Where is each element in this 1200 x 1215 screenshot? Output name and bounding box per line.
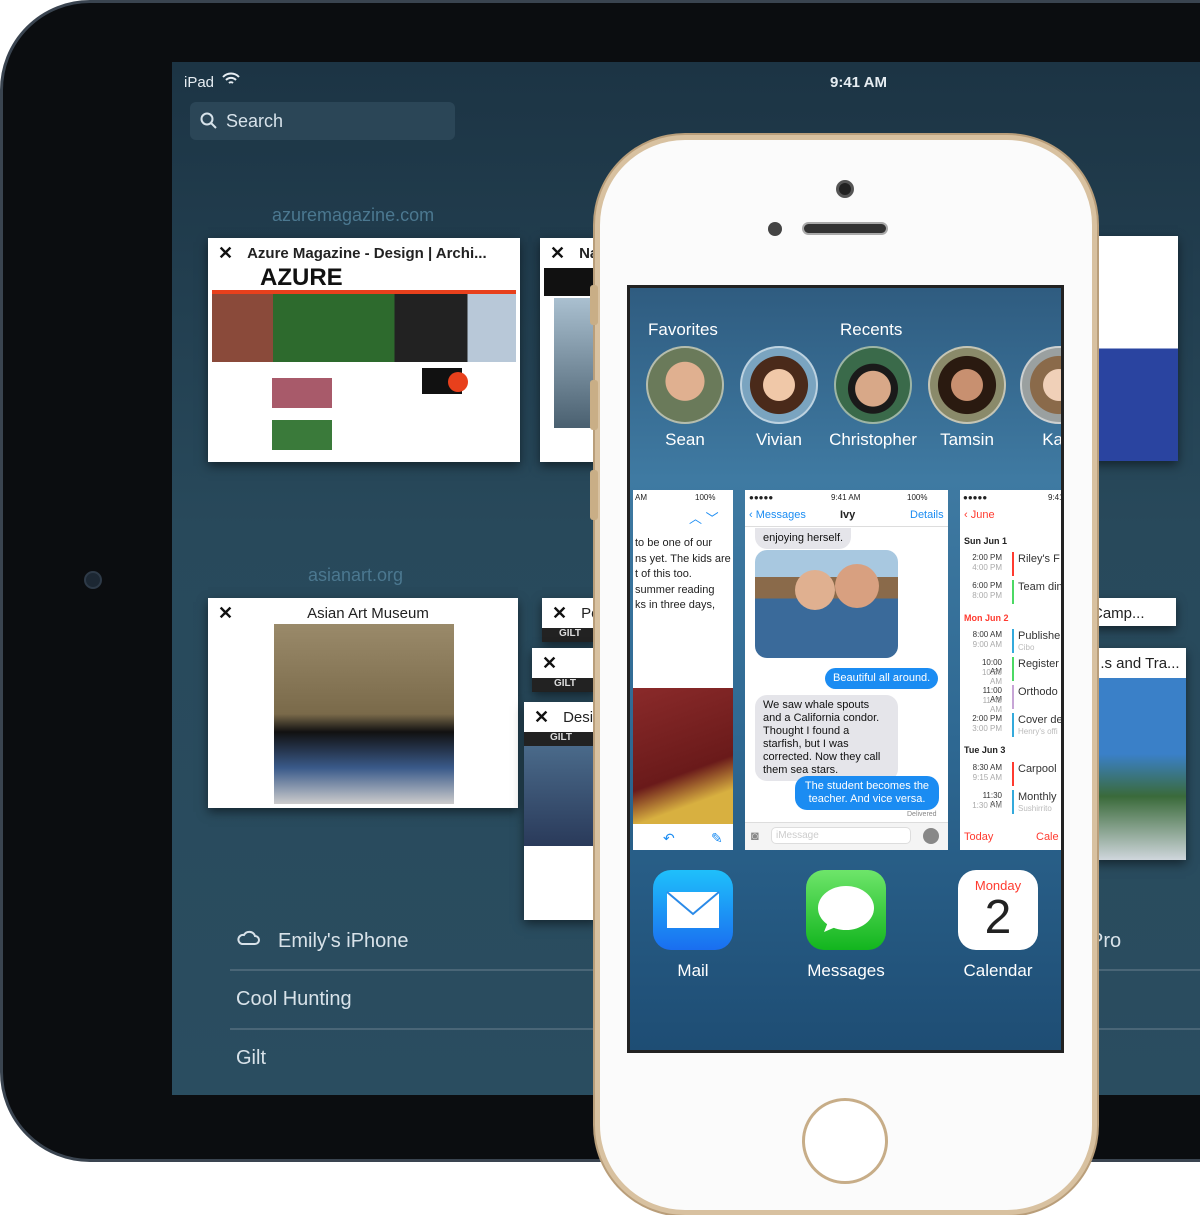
calendars-button[interactable]: Cale xyxy=(1036,831,1059,843)
mail-app-icon[interactable] xyxy=(653,870,733,950)
hero-image xyxy=(212,294,516,362)
tab-right-1[interactable] xyxy=(1092,236,1178,461)
calendar-event[interactable]: 2:00 PM 4:00 PM Riley's F xyxy=(960,550,1061,578)
compose-icon[interactable]: ✎ xyxy=(711,830,723,847)
contact-name[interactable]: Tamsin xyxy=(917,430,1017,450)
mute-switch[interactable] xyxy=(590,285,598,325)
contact-name[interactable]: Ka xyxy=(1010,430,1061,450)
details-button[interactable]: Details xyxy=(910,509,944,521)
mail-app-label: Mail xyxy=(677,961,709,980)
cloud-icon xyxy=(236,930,260,951)
search-placeholder: Search xyxy=(226,110,284,131)
message-bubble: Beautiful all around. xyxy=(825,668,939,689)
message-photo[interactable] xyxy=(755,550,898,658)
calendar-event[interactable]: 10:00 AM 10:30 AM Register xyxy=(960,655,1061,686)
ipad-camera-icon xyxy=(84,571,102,589)
status-device: iPad xyxy=(184,74,215,91)
today-button[interactable]: Today xyxy=(964,831,993,843)
close-icon[interactable]: ✕ xyxy=(552,603,567,624)
app-card-messages[interactable]: ●●●●● 9:41 AM 100% ‹ Messages Ivy Detail… xyxy=(745,490,948,850)
app-card-mail[interactable]: AM 100% ︿ ﹀ to be one of our ns yet. The… xyxy=(633,490,733,850)
calendar-event[interactable]: 6:00 PM 8:00 PM Team din xyxy=(960,578,1061,606)
messages-app-label: Messages xyxy=(807,961,885,980)
close-icon[interactable]: ✕ xyxy=(218,603,233,624)
app-card-calendar[interactable]: ●●●●● 9:41 ‹ June Sun Jun 1 2:00 PM 4:00 … xyxy=(960,490,1061,850)
contact-avatar-christopher[interactable] xyxy=(834,346,912,424)
message-bubble: We saw whale spouts and a California con… xyxy=(755,695,898,781)
message-bubble: The student becomes the teacher. And vic… xyxy=(795,776,939,810)
back-button[interactable]: ‹ Messages xyxy=(749,509,806,521)
azure-logo: AZURE xyxy=(260,264,343,291)
mail-photo xyxy=(633,688,733,824)
home-button[interactable] xyxy=(802,1098,888,1184)
close-icon[interactable]: ✕ xyxy=(534,707,549,728)
tab-azure[interactable]: ✕ Azure Magazine - Design | Archi... AZUR… xyxy=(208,238,520,462)
tab-asian-art[interactable]: ✕ Asian Art Museum xyxy=(208,598,518,808)
calendar-event[interactable]: 8:30 AM 9:15 AM Carpool xyxy=(960,760,1061,788)
tab-gilt-1[interactable]: ✕Po... GILT xyxy=(542,598,598,642)
conversation-title: Ivy xyxy=(840,509,856,521)
calendar-event[interactable]: 2:00 PM 3:00 PM Cover de Henry's offi xyxy=(960,711,1061,739)
favorites-label: Favorites xyxy=(648,320,718,339)
contact-avatar-sean[interactable] xyxy=(646,346,724,424)
contact-avatar-tamsin[interactable] xyxy=(928,346,1006,424)
sensor-icon xyxy=(768,222,782,236)
cloud-tab-cool-hunting[interactable]: Cool Hunting xyxy=(236,988,352,1011)
contact-name[interactable]: Vivian xyxy=(729,430,829,450)
close-icon[interactable]: ✕ xyxy=(218,243,233,264)
wifi-icon xyxy=(222,72,240,90)
status-time: 9:41 AM xyxy=(830,74,887,91)
artwork-image xyxy=(274,624,454,804)
tab-gilt-3[interactable]: ✕Desi... GILT xyxy=(524,702,598,920)
recents-label: Recents xyxy=(840,320,903,339)
delivered-label: Delivered xyxy=(907,811,937,818)
contact-avatar-vivian[interactable] xyxy=(740,346,818,424)
camera-icon[interactable]: ◙ xyxy=(751,828,759,843)
volume-up-button[interactable] xyxy=(590,380,598,430)
cloud-tab-gilt[interactable]: Gilt xyxy=(236,1047,266,1070)
tab-camp[interactable]: Camp... xyxy=(1092,598,1176,626)
search-field[interactable]: Search xyxy=(190,102,455,140)
site-label: azuremagazine.com xyxy=(272,205,435,225)
calendar-event[interactable]: 11:30 AM 1:30 PM Monthly Sushirrito xyxy=(960,788,1061,816)
front-camera-icon xyxy=(836,180,854,198)
contact-name[interactable]: Sean xyxy=(635,430,735,450)
tab-title: Azure Magazine - Design | Archi... xyxy=(247,244,487,262)
site-label: asianart.org xyxy=(308,565,404,585)
message-bubble: enjoying herself. xyxy=(755,528,852,549)
mail-nav-arrows-icon[interactable]: ︿ ﹀ xyxy=(689,508,719,527)
back-button[interactable]: ‹ June xyxy=(964,509,995,521)
messages-app-icon[interactable] xyxy=(806,870,886,950)
volume-down-button[interactable] xyxy=(590,470,598,520)
calendar-event[interactable]: 11:00 AM 11:45 AM Orthodo xyxy=(960,683,1061,714)
contact-name[interactable]: Christopher xyxy=(823,430,923,450)
tab-gilt-2[interactable]: ✕ GILT xyxy=(532,648,598,692)
search-icon xyxy=(200,112,217,129)
calendar-app-label: Calendar xyxy=(963,961,1033,980)
tab-title: Asian Art Museum xyxy=(307,604,429,622)
microphone-icon[interactable] xyxy=(923,828,939,844)
close-icon[interactable]: ✕ xyxy=(550,243,565,264)
reply-icon[interactable]: ↶ xyxy=(663,830,675,847)
tab-trails[interactable]: ...s and Tra... xyxy=(1092,648,1186,860)
iphone-screen: Favorites Recents Sean Vivian Christophe… xyxy=(627,285,1064,1053)
earpiece-icon xyxy=(802,222,888,235)
calendar-event[interactable]: 8:00 AM 9:00 AM Publishe Cibo xyxy=(960,627,1061,655)
calendar-app-icon[interactable]: Monday 2 xyxy=(958,870,1038,950)
imessage-input[interactable]: iMessage xyxy=(771,827,911,844)
contact-avatar-ka[interactable] xyxy=(1020,346,1061,424)
close-icon[interactable]: ✕ xyxy=(542,653,557,674)
device-emilys-iphone[interactable]: Emily's iPhone xyxy=(278,930,409,953)
